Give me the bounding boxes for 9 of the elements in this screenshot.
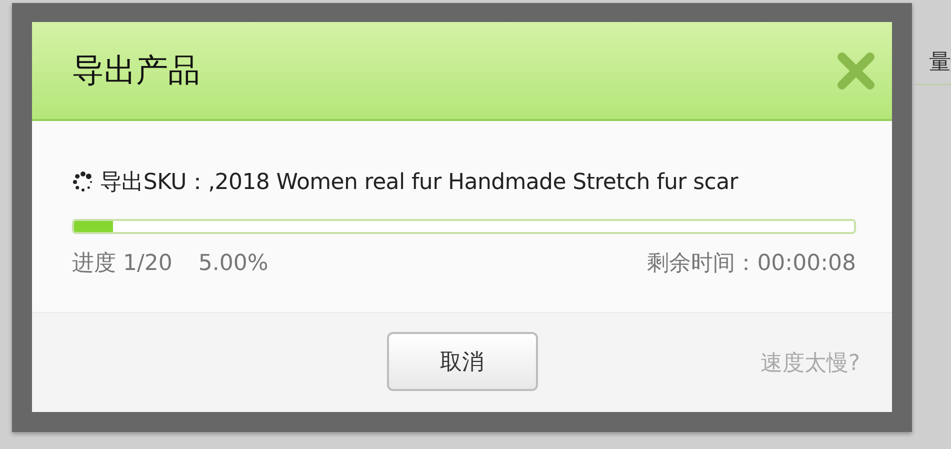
spinner-icon bbox=[72, 171, 94, 193]
progress-percent: 5.00% bbox=[198, 251, 268, 276]
progress-count: 进度 1/20 bbox=[72, 250, 172, 278]
cancel-button[interactable]: 取消 bbox=[386, 332, 538, 391]
dialog-title: 导出产品 bbox=[72, 50, 200, 90]
remaining-time: 剩余时间：00:00:08 bbox=[647, 250, 856, 278]
background-text: 量 bbox=[929, 49, 951, 77]
close-icon bbox=[836, 50, 876, 90]
export-status-text: 导出SKU：,2018 Women real fur Handmade Stretch fur scar bbox=[100, 169, 738, 197]
